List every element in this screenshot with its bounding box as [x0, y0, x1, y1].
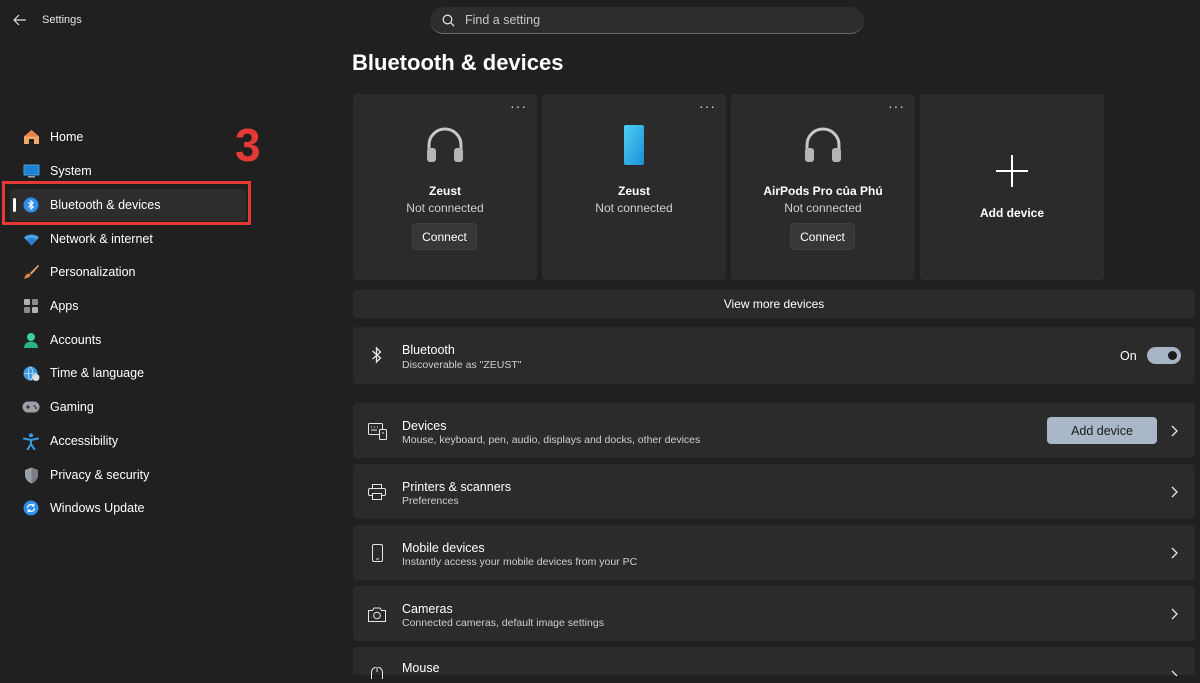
chevron-right-icon — [1169, 485, 1179, 499]
row-subtitle: Instantly access your mobile devices fro… — [402, 556, 638, 568]
monitor-icon — [22, 162, 40, 180]
printers-scanners-row[interactable]: Printers & scanners Preferences — [353, 464, 1195, 519]
row-title: Printers & scanners — [402, 480, 512, 494]
device-name: Zeust — [428, 184, 461, 198]
row-subtitle: Connected cameras, default image setting… — [402, 617, 604, 629]
sidebar-item-label: Time & language — [50, 366, 145, 380]
bluetooth-icon — [367, 345, 387, 365]
sidebar-item-network[interactable]: Network & internet — [10, 223, 246, 255]
sidebar-item-privacy-security[interactable]: Privacy & security — [10, 459, 246, 491]
cameras-row[interactable]: Cameras Connected cameras, default image… — [353, 586, 1195, 641]
app-title: Settings — [42, 14, 82, 26]
bluetooth-toggle[interactable] — [1147, 347, 1181, 364]
connect-button[interactable]: Connect — [412, 223, 477, 250]
shield-icon — [22, 466, 40, 484]
gamepad-icon — [22, 398, 40, 416]
sidebar-item-label: Windows Update — [50, 501, 145, 515]
wifi-icon — [22, 230, 40, 248]
toggle-state-label: On — [1120, 349, 1137, 363]
search-input[interactable] — [455, 13, 864, 27]
plus-icon — [920, 154, 1104, 188]
page-title: Bluetooth & devices — [352, 50, 564, 75]
sidebar-item-apps[interactable]: Apps — [10, 290, 246, 322]
toggle-knob — [1168, 351, 1177, 360]
device-status: Not connected — [784, 201, 862, 215]
sidebar-item-home[interactable]: Home — [10, 121, 246, 153]
row-subtitle: Discoverable as "ZEUST" — [402, 359, 522, 371]
home-icon — [22, 128, 40, 146]
row-title: Mouse — [402, 661, 440, 675]
sidebar-item-label: Network & internet — [50, 232, 153, 246]
mouse-icon — [367, 663, 387, 683]
sidebar-item-gaming[interactable]: Gaming — [10, 391, 246, 423]
row-title: Devices — [402, 419, 447, 433]
brush-icon — [22, 263, 40, 281]
mouse-row[interactable]: Mouse — [353, 647, 1195, 679]
more-options-button[interactable]: ··· — [888, 98, 905, 114]
chevron-right-icon — [1169, 424, 1179, 438]
person-icon — [22, 331, 40, 349]
sidebar-item-label: System — [50, 164, 92, 178]
globe-clock-icon — [22, 364, 40, 382]
add-device-label: Add device — [979, 206, 1045, 220]
phone-icon — [542, 124, 726, 166]
mobile-phone-icon — [367, 543, 387, 563]
row-subtitle: Preferences — [402, 495, 459, 507]
sidebar-item-label: Personalization — [50, 265, 136, 279]
chevron-right-icon — [1169, 546, 1179, 560]
update-icon — [22, 499, 40, 517]
search-icon — [442, 14, 455, 27]
sidebar-item-label: Home — [50, 130, 84, 144]
sidebar-item-windows-update[interactable]: Windows Update — [10, 492, 246, 524]
tutorial-highlight-box — [2, 181, 251, 225]
apps-grid-icon — [22, 297, 40, 315]
camera-icon — [367, 604, 387, 624]
row-title: Cameras — [402, 602, 453, 616]
accessibility-icon — [22, 432, 40, 450]
sidebar-item-accessibility[interactable]: Accessibility — [10, 425, 246, 457]
chevron-right-icon — [1169, 667, 1179, 681]
sidebar-item-label: Accounts — [50, 333, 102, 347]
headphones-icon — [731, 124, 915, 166]
device-status: Not connected — [595, 201, 673, 215]
add-device-button[interactable]: Add device — [1047, 417, 1157, 444]
device-name: AirPods Pro của Phú — [763, 184, 883, 198]
row-subtitle: Mouse, keyboard, pen, audio, displays an… — [402, 434, 701, 446]
connect-button[interactable]: Connect — [790, 223, 855, 250]
search-box[interactable] — [430, 7, 864, 34]
mobile-devices-row[interactable]: Mobile devices Instantly access your mob… — [353, 525, 1195, 580]
tutorial-step-number: 3 — [235, 119, 261, 171]
back-button[interactable] — [10, 10, 30, 30]
device-card[interactable]: ··· AirPods Pro của Phú Not connected Co… — [731, 94, 915, 280]
more-options-button[interactable]: ··· — [699, 98, 716, 114]
view-more-devices-button[interactable]: View more devices — [353, 290, 1195, 318]
sidebar-item-label: Apps — [50, 299, 79, 313]
sidebar-item-accounts[interactable]: Accounts — [10, 324, 246, 356]
bluetooth-row: Bluetooth Discoverable as "ZEUST" On — [353, 327, 1195, 384]
chevron-right-icon — [1169, 607, 1179, 621]
device-status: Not connected — [406, 201, 484, 215]
add-device-card[interactable]: Add device — [920, 94, 1104, 280]
back-arrow-icon — [13, 14, 26, 26]
more-options-button[interactable]: ··· — [510, 98, 527, 114]
sidebar-item-time-language[interactable]: Time & language — [10, 357, 246, 389]
sidebar-item-label: Accessibility — [50, 434, 119, 448]
row-title: Mobile devices — [402, 541, 485, 555]
printer-icon — [367, 482, 387, 502]
headphones-icon — [353, 124, 537, 166]
sidebar-item-label: Privacy & security — [50, 468, 150, 482]
device-name: Zeust — [617, 184, 650, 198]
keyboard-devices-icon — [367, 421, 387, 441]
device-card[interactable]: ··· Zeust Not connected Connect — [353, 94, 537, 280]
row-title: Bluetooth — [402, 343, 455, 357]
devices-row[interactable]: Devices Mouse, keyboard, pen, audio, dis… — [353, 403, 1195, 458]
sidebar-item-personalization[interactable]: Personalization — [10, 256, 246, 288]
device-card[interactable]: ··· Zeust Not connected — [542, 94, 726, 280]
sidebar-item-label: Gaming — [50, 400, 94, 414]
